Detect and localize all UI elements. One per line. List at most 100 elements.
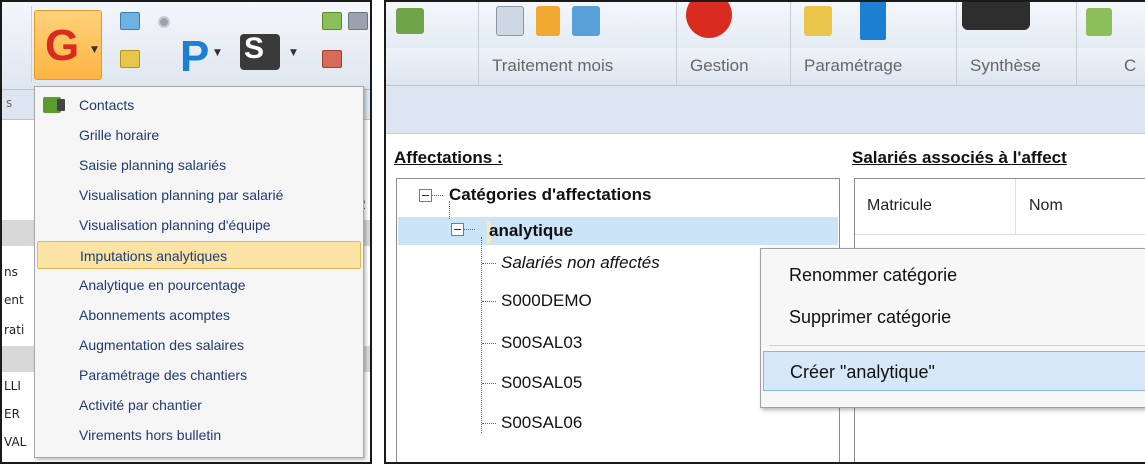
ribbon-separator: [676, 2, 677, 86]
edge-row: ER: [4, 407, 20, 421]
menu-item-contacts[interactable]: Contacts: [37, 91, 361, 119]
ribbon-group: [2, 6, 32, 82]
menu-item-visualisation-planning-equipe[interactable]: Visualisation planning d'équipe: [37, 211, 361, 239]
left-screenshot-panel: G ▼ P ▼ S ▼ s ut 2 ns ent rati LLI ER VA…: [0, 0, 372, 464]
s-logo-icon: S: [244, 32, 265, 65]
tree-line: [431, 195, 443, 196]
percent-icon[interactable]: [120, 50, 140, 68]
grid-header: Matricule Nom: [855, 179, 1145, 235]
tree-line: [482, 301, 496, 302]
menu-item-label: Renommer catégorie: [789, 265, 958, 285]
edge-row: VAL: [4, 435, 27, 449]
calendar-icon[interactable]: [322, 50, 342, 68]
folder-icon[interactable]: [348, 12, 368, 30]
ribbon-footer-strip: [386, 86, 1145, 134]
g-logo-icon: G: [45, 21, 80, 70]
menu-item-label: Imputations analytiques: [80, 248, 228, 264]
gestion-dropdown-menu: Contacts Grille horaire Saisie planning …: [34, 86, 364, 458]
menu-item-label: Grille horaire: [79, 127, 160, 143]
calendar-icon[interactable]: [1086, 8, 1112, 36]
ribbon-icons-row: [386, 2, 1145, 48]
tab-synthese[interactable]: Synthèse: [970, 56, 1041, 76]
edge-row: ent: [4, 293, 24, 307]
menu-item-saisie-planning[interactable]: Saisie planning salariés: [37, 151, 361, 179]
tree-line: [463, 229, 475, 230]
calendar-icon[interactable]: [572, 6, 600, 36]
menu-item-parametrage-chantiers[interactable]: Paramétrage des chantiers: [37, 361, 361, 389]
ribbon-tab-strip: Traitement mois Gestion Paramétrage Synt…: [386, 48, 1145, 86]
tree-node-employee[interactable]: S00SAL06: [501, 413, 582, 433]
tree-line: [482, 343, 496, 344]
grid-icon[interactable]: [396, 8, 424, 34]
p-logo-icon[interactable]: P: [180, 32, 209, 82]
tree-node-employee[interactable]: S000DEMO: [501, 291, 592, 311]
menu-item-label: Analytique en pourcentage: [79, 277, 246, 293]
menu-item-label: Visualisation planning d'équipe: [79, 217, 271, 233]
edge-row: rati: [4, 323, 25, 337]
gear-icon: [158, 16, 170, 28]
menu-item-label: Créer "analytique": [790, 362, 935, 382]
p-logo-icon[interactable]: [860, 2, 886, 40]
selected-tree-row[interactable]: [398, 217, 838, 245]
percent-icon[interactable]: [804, 6, 832, 36]
chevron-down-icon: ▼: [91, 45, 98, 55]
menu-item-grille-horaire[interactable]: Grille horaire: [37, 121, 361, 149]
menu-item-augmentation-salaires[interactable]: Augmentation des salaires: [37, 331, 361, 359]
column-header-nom[interactable]: Nom: [1029, 197, 1063, 215]
menu-item-virements-hors-bulletin[interactable]: Virements hors bulletin: [37, 421, 361, 449]
collapse-icon[interactable]: [419, 189, 432, 202]
menu-item-label: Saisie planning salariés: [79, 157, 227, 173]
menu-item-label: Supprimer catégorie: [789, 307, 952, 327]
menu-item-activite-chantier[interactable]: Activité par chantier: [37, 391, 361, 419]
tree-line: [482, 383, 496, 384]
chevron-down-icon[interactable]: ▼: [290, 48, 297, 58]
tree-node-employee[interactable]: S00SAL03: [501, 333, 582, 353]
tab-traitement-mois[interactable]: Traitement mois: [492, 56, 613, 76]
menu-item-renommer-categorie[interactable]: Renommer catégorie: [763, 255, 1145, 295]
gestion-menu-button[interactable]: G ▼: [34, 10, 102, 80]
synthese-menu-button[interactable]: S: [240, 32, 280, 70]
right-screenshot-panel: Traitement mois Gestion Paramétrage Synt…: [384, 0, 1145, 464]
menu-item-visualisation-planning-salarie[interactable]: Visualisation planning par salarié: [37, 181, 361, 209]
column-separator: [1015, 179, 1016, 235]
menu-item-creer-analytique[interactable]: Créer "analytique": [763, 351, 1145, 391]
column-header-matricule[interactable]: Matricule: [867, 197, 932, 215]
menu-item-label: Augmentation des salaires: [79, 337, 244, 353]
collapse-icon[interactable]: [451, 223, 464, 236]
contacts-icon: [43, 97, 65, 113]
calendar-icon[interactable]: [120, 12, 140, 30]
menu-item-abonnements-acomptes[interactable]: Abonnements acomptes: [37, 301, 361, 329]
menu-item-analytique-pourcentage[interactable]: Analytique en pourcentage: [37, 271, 361, 299]
tree-line: [482, 423, 496, 424]
ribbon-separator: [956, 2, 957, 86]
ribbon-separator: [1076, 2, 1077, 86]
chevron-down-icon[interactable]: ▼: [214, 48, 221, 58]
tree-node-analytique[interactable]: analytique: [489, 221, 573, 241]
tree-root-categories[interactable]: Catégories d'affectations: [449, 185, 651, 205]
tab-parametrage[interactable]: Paramétrage: [804, 56, 902, 76]
menu-item-label: Activité par chantier: [79, 397, 202, 413]
tree-node-employee[interactable]: S00SAL05: [501, 373, 582, 393]
ribbon-toolbar: G ▼ P ▼ S ▼: [2, 2, 370, 90]
euro-icon[interactable]: [536, 6, 560, 36]
affectations-header: Affectations :: [394, 148, 503, 167]
tree-node-non-affectes[interactable]: Salariés non affectés: [501, 253, 660, 273]
menu-item-supprimer-categorie[interactable]: Supprimer catégorie: [763, 297, 1145, 337]
tab-overflow[interactable]: C: [1124, 56, 1136, 76]
salaries-header: Salariés associés à l'affect: [852, 148, 1067, 167]
ribbon-separator: [790, 2, 791, 86]
calendar-icon[interactable]: [496, 6, 524, 36]
ribbon-label: s: [6, 96, 13, 110]
menu-separator: [769, 345, 1145, 346]
g-logo-icon[interactable]: [686, 2, 732, 38]
menu-item-label: Abonnements acomptes: [79, 307, 230, 323]
tree-line: [481, 237, 482, 433]
menu-item-label: Paramétrage des chantiers: [79, 367, 248, 383]
menu-item-label: Virements hors bulletin: [79, 427, 222, 443]
menu-item-imputations-analytiques[interactable]: Imputations analytiques: [37, 241, 361, 269]
calendar-icon[interactable]: [322, 12, 342, 30]
tree-line: [482, 263, 496, 264]
menu-item-label: Contacts: [79, 97, 135, 113]
tab-gestion[interactable]: Gestion: [690, 56, 749, 76]
s-logo-icon[interactable]: [962, 2, 1030, 30]
